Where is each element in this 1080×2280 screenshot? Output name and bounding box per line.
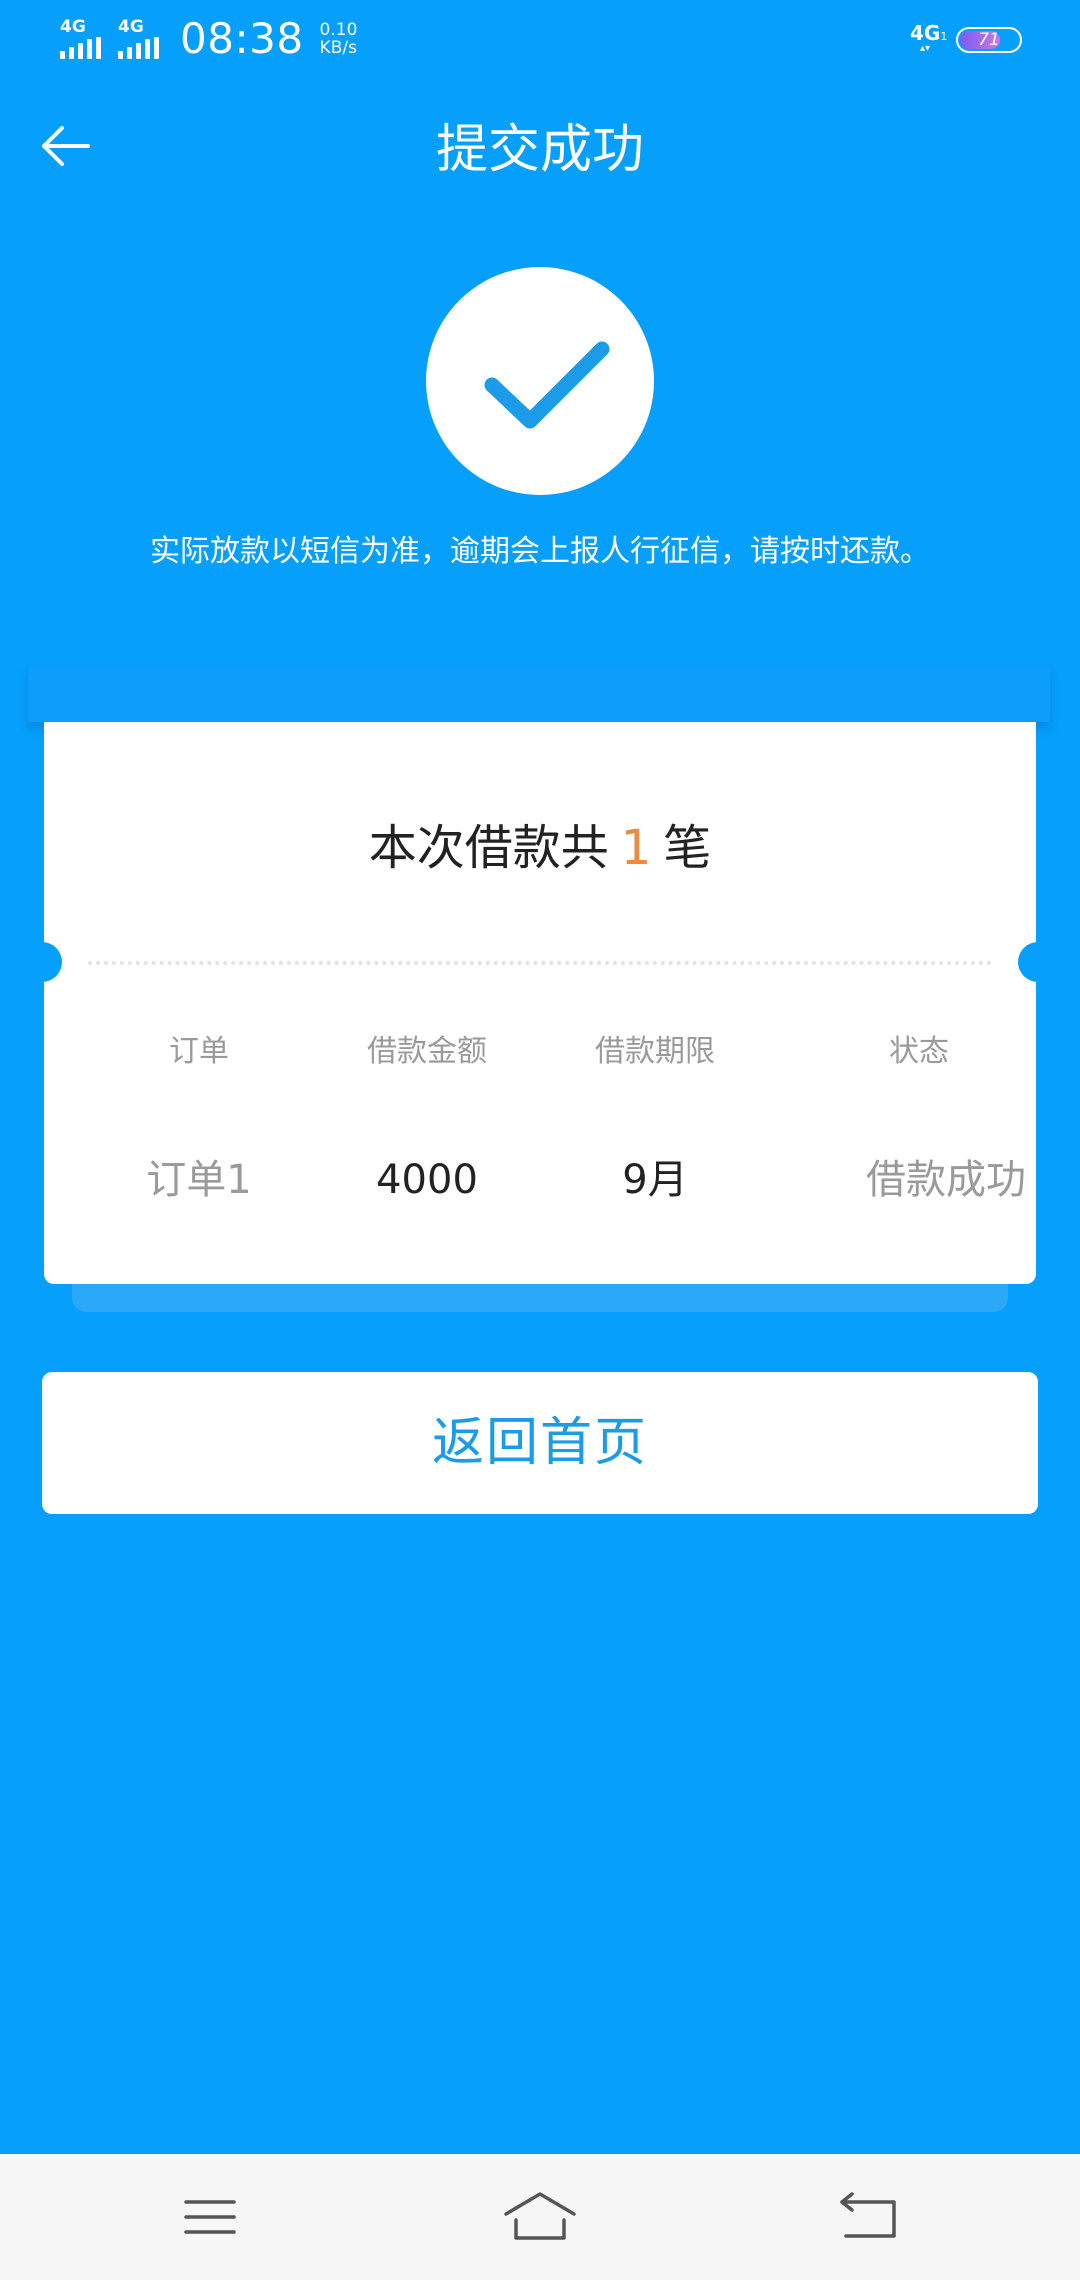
- battery-level: 71: [978, 30, 1000, 50]
- column-header-status: 状态: [889, 1034, 949, 1069]
- summary-prefix: 本次借款共: [368, 820, 609, 876]
- column-header-order: 订单: [169, 1034, 229, 1069]
- ticket-notch-left: [22, 942, 62, 982]
- notice-text: 实际放款以短信为准，逾期会上报人行征信，请按时还款。: [150, 534, 930, 569]
- status-bar: 4G 4G 08:38 0.10 KB/s 4G1 ▴▾ 71: [0, 0, 1080, 80]
- amount-value: 4000: [376, 1157, 478, 1203]
- sim1-network-type: 4G: [60, 17, 86, 37]
- status-right: 4G1 ▴▾ 71: [910, 22, 1022, 58]
- checkmark-icon: [484, 341, 610, 429]
- ticket-slot: [28, 668, 1050, 722]
- home-icon: [504, 2192, 576, 2240]
- status-time: 08:38: [180, 14, 304, 63]
- status-left: 4G 4G 08:38 0.10 KB/s: [58, 18, 357, 60]
- page-title: 提交成功: [435, 120, 644, 180]
- loan-count-summary: 本次借款共 1 笔: [44, 818, 1036, 878]
- network-speed-value: 0.10: [319, 20, 358, 40]
- mobile-data-sim: 1: [940, 30, 948, 43]
- signal-sim2-icon: 4G: [116, 19, 164, 59]
- network-speed-unit: KB/s: [319, 38, 357, 58]
- status-value: 借款成功: [866, 1157, 1026, 1203]
- nav-menu-button[interactable]: [170, 2184, 250, 2250]
- loan-count: 1: [620, 820, 652, 876]
- ticket-notch-right: [1018, 942, 1058, 982]
- data-activity-arrows-icon: ▴▾: [920, 43, 931, 54]
- sim2-network-type: 4G: [118, 17, 144, 37]
- battery-icon: 71: [956, 27, 1022, 53]
- back-icon: [840, 2192, 896, 2238]
- summary-suffix: 笔: [663, 820, 712, 876]
- mobile-data-icon: 4G1 ▴▾: [910, 21, 948, 58]
- success-badge: [426, 267, 654, 495]
- term-value: 9月: [622, 1157, 688, 1203]
- dotted-divider: [88, 961, 992, 965]
- network-speed: 0.10 KB/s: [320, 21, 358, 57]
- menu-icon: [184, 2200, 236, 2234]
- mobile-data-type: 4G: [910, 21, 941, 45]
- signal-sim1-icon: 4G: [58, 19, 106, 59]
- column-header-amount: 借款金额: [367, 1034, 487, 1069]
- nav-home-button[interactable]: [500, 2184, 580, 2250]
- order-value: 订单1: [146, 1157, 252, 1203]
- return-home-button[interactable]: 返回首页: [42, 1372, 1038, 1514]
- nav-back-button[interactable]: [830, 2184, 910, 2250]
- loan-summary-card: 本次借款共 1 笔 订单 借款金额 借款期限 状态 订单1 4000 9月 借款成功: [22, 722, 1058, 1284]
- column-header-term: 借款期限: [595, 1034, 715, 1069]
- navigation-bar: [0, 2154, 1080, 2280]
